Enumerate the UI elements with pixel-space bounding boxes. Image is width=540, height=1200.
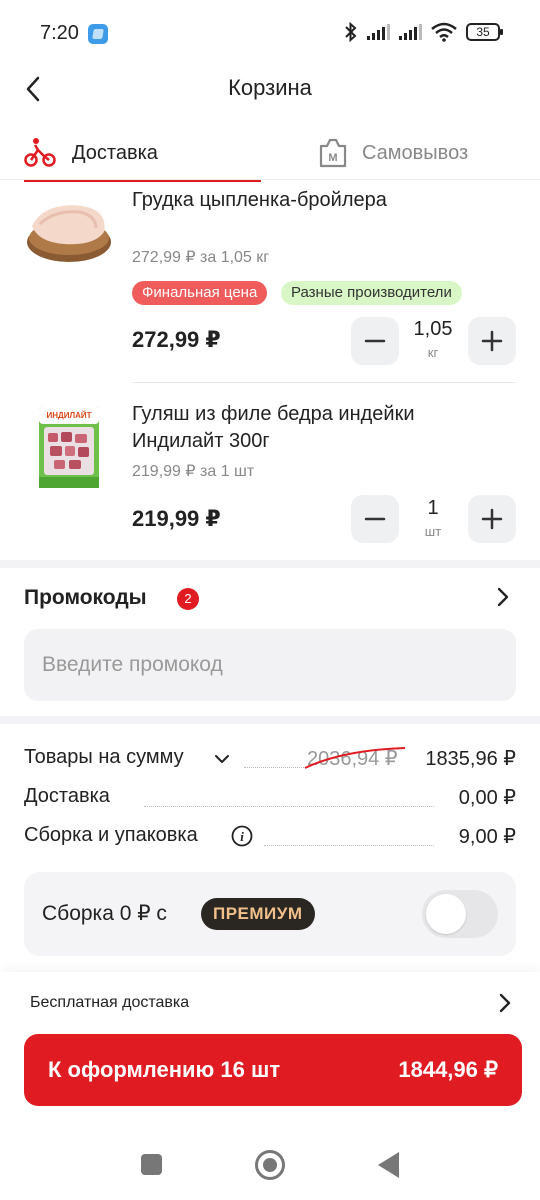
svg-text:M: M xyxy=(328,152,337,164)
product-image-goulash[interactable]: ИНДИЛАЙТ xyxy=(38,405,100,489)
goods-sum-label: Товары на сумму xyxy=(24,746,184,769)
packing-label: Сборка и упаковка xyxy=(24,824,198,847)
info-icon[interactable]: i xyxy=(231,825,253,847)
goods-sum-value: 1835,96 ₽ xyxy=(425,748,516,770)
tab-pickup-label: Самовывоз xyxy=(362,141,469,164)
decrease-quantity-button[interactable] xyxy=(351,495,399,543)
home-button[interactable] xyxy=(255,1150,285,1180)
status-icons: 35 xyxy=(344,22,503,42)
product-price: 272,99 ₽ xyxy=(132,327,221,352)
goods-old-price: 2036,94 ₽ xyxy=(304,746,406,771)
svg-text:i: i xyxy=(240,829,244,844)
quantity-unit: шт xyxy=(424,524,442,539)
quantity-value: 1,05 xyxy=(413,318,453,340)
premium-toggle[interactable] xyxy=(422,890,498,938)
product-image-chicken[interactable] xyxy=(24,196,114,268)
product-unit-price: 219,99 ₽ за 1 шт xyxy=(132,463,255,480)
page-title: Корзина xyxy=(228,75,312,100)
status-bar: 7:20 35 xyxy=(0,0,540,66)
package-brand: ИНДИЛАЙТ xyxy=(46,411,91,420)
premium-badge: ПРЕМИУМ xyxy=(201,898,315,930)
delivery-label: Доставка xyxy=(24,785,110,808)
product-name-line2: Индилайт 300г xyxy=(132,430,270,452)
delivery-tabs: Доставка M Самовывоз xyxy=(0,124,540,182)
badge-various-producers: Разные производители xyxy=(281,281,462,305)
checkout-label: К оформлению 16 шт xyxy=(48,1057,281,1082)
product-name-line1: Гуляш из филе бедра индейки xyxy=(132,403,415,425)
free-delivery-link[interactable]: Бесплатная доставка xyxy=(30,994,189,1012)
delivery-row: Доставка 0,00 ₽ xyxy=(24,783,516,813)
product-name[interactable]: Гуляш из филе бедра индейки Индилайт 300… xyxy=(132,401,415,455)
header: Корзина xyxy=(0,66,540,112)
dotted-leader xyxy=(264,845,434,846)
premium-text: Сборка 0 ₽ с xyxy=(42,902,167,925)
status-time: 7:20 xyxy=(40,22,79,44)
promo-code-input[interactable] xyxy=(24,629,516,701)
badge-final-price: Финальная цена xyxy=(132,281,268,305)
packing-row: Сборка и упаковка i 9,00 ₽ xyxy=(24,822,516,852)
delivery-value: 0,00 ₽ xyxy=(458,787,516,809)
tab-delivery-label: Доставка xyxy=(72,141,158,164)
promo-count-badge: 2 xyxy=(177,588,199,610)
checkout-total: 1844,96 ₽ xyxy=(398,1057,498,1082)
recent-apps-button[interactable] xyxy=(141,1154,162,1175)
increase-quantity-button[interactable] xyxy=(468,317,516,365)
product-divider xyxy=(132,382,516,383)
tab-pickup[interactable]: M Самовывоз xyxy=(318,124,468,182)
dotted-leader xyxy=(244,767,304,768)
goods-sum-row[interactable]: Товары на сумму 2036,94 ₽ 1835,96 ₽ xyxy=(24,744,516,774)
goulash-package-image: ИНДИЛАЙТ xyxy=(39,406,99,488)
free-delivery-chevron[interactable] xyxy=(498,992,512,1019)
plus-icon xyxy=(481,508,503,530)
strikethrough-mark xyxy=(304,747,406,769)
quantity-display: 1,05 кг xyxy=(403,318,463,360)
tab-delivery[interactable]: Доставка xyxy=(24,124,261,182)
system-nav-bar xyxy=(0,1130,540,1200)
product-name[interactable]: Грудка цыпленка-бройлера xyxy=(132,187,387,214)
quantity-display: 1 шт xyxy=(403,497,463,539)
chevron-down-icon[interactable] xyxy=(214,754,230,764)
wifi-icon xyxy=(431,22,457,42)
shopping-bag-icon: M xyxy=(319,138,347,168)
product-price: 219,99 ₽ xyxy=(132,506,221,531)
premium-card[interactable]: Сборка 0 ₽ с ПРЕМИУМ xyxy=(24,872,516,956)
toggle-knob xyxy=(426,894,466,934)
packing-value: 9,00 ₽ xyxy=(458,826,516,848)
quantity-unit: кг xyxy=(427,345,439,360)
promo-open-button[interactable] xyxy=(496,586,510,613)
system-back-button[interactable] xyxy=(378,1152,399,1178)
product-unit-price: 272,99 ₽ за 1,05 кг xyxy=(132,249,270,266)
minus-icon xyxy=(364,339,386,343)
section-divider xyxy=(0,560,540,568)
dotted-leader xyxy=(144,806,434,807)
chicken-breast-image xyxy=(27,205,111,262)
quantity-value: 1 xyxy=(427,497,439,519)
promo-title[interactable]: Промокоды xyxy=(24,586,147,610)
delivery-bike-icon xyxy=(24,138,56,167)
chevron-right-icon xyxy=(499,993,511,1013)
signal-2-icon xyxy=(399,24,422,40)
checkout-button[interactable]: К оформлению 16 шт 1844,96 ₽ xyxy=(24,1034,522,1106)
minus-icon xyxy=(364,517,386,521)
signal-icon xyxy=(367,24,390,40)
decrease-quantity-button[interactable] xyxy=(351,317,399,365)
app-notification-icon xyxy=(88,24,108,44)
bluetooth-icon xyxy=(345,22,357,42)
battery-icon: 35 xyxy=(466,23,503,41)
chevron-right-icon xyxy=(497,587,509,607)
section-divider xyxy=(0,716,540,724)
increase-quantity-button[interactable] xyxy=(468,495,516,543)
tabs-divider xyxy=(0,179,540,180)
plus-icon xyxy=(481,330,503,352)
